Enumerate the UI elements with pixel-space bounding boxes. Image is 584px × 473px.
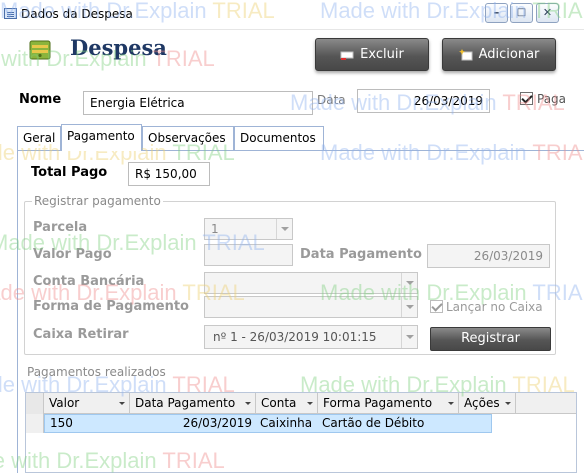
sort-arrow-icon (307, 402, 313, 405)
date-field[interactable]: 26/03/2019 (357, 89, 490, 113)
cash-post-label: Lançar no Caixa (446, 300, 543, 314)
chevron-down-icon (401, 273, 417, 293)
col-conta[interactable]: Conta (256, 393, 318, 414)
cash-register-value: nº 1 - 26/03/2019 10:01:15 (213, 330, 377, 344)
payment-method-label: Forma de Pagamento (33, 299, 189, 314)
total-paid-field: R$ 150,00 (128, 162, 210, 186)
bank-account-label: Conta Bancária (33, 274, 145, 289)
name-label: Nome (19, 92, 62, 107)
name-field[interactable]: Energia Elétrica (83, 91, 313, 115)
pay-date-label: Data Pagamento (300, 247, 422, 262)
payment-method-select[interactable] (204, 296, 418, 318)
tab-geral[interactable]: Geral (17, 126, 61, 150)
title-bar: Dados da Despesa – □ ✕ (0, 0, 584, 30)
col-forma-label: Forma Pagamento (323, 396, 433, 410)
delete-label: Excluir (360, 47, 404, 62)
minimize-button[interactable]: – (485, 3, 508, 23)
cell-conta: Caixinha (260, 416, 313, 430)
cash-register-select[interactable]: nº 1 - 26/03/2019 10:01:15 (204, 325, 418, 349)
grid-header: Valor Data Pagamento Conta Forma Pagamen… (26, 393, 576, 414)
col-data-label: Data Pagamento (135, 396, 236, 410)
cell-acoes[interactable] (459, 414, 516, 433)
maximize-button[interactable]: □ (510, 3, 533, 23)
installment-label: Parcela (33, 220, 88, 235)
sort-arrow-icon (119, 402, 125, 405)
window-title: Dados da Despesa (21, 7, 133, 21)
add-label: Adicionar (478, 47, 540, 62)
date-label: Data (317, 93, 346, 107)
register-payment-title: Registrar pagamento (32, 194, 163, 208)
cell-valor: 150 (50, 416, 73, 430)
form-icon (4, 8, 17, 19)
cash-post-checkbox[interactable] (430, 300, 443, 313)
tab-pagamento[interactable]: Pagamento (61, 124, 142, 151)
col-conta-label: Conta (261, 396, 297, 410)
col-data-pagamento[interactable]: Data Pagamento (130, 393, 256, 414)
add-button[interactable]: Adicionar (442, 38, 556, 71)
table-row[interactable]: 150 26/03/2019 Caixinha Cartão de Débito (26, 414, 576, 433)
cell-data: 26/03/2019 (182, 416, 252, 430)
col-acoes[interactable]: Ações (459, 393, 516, 414)
col-valor-label: Valor (49, 396, 80, 410)
delete-icon (340, 51, 354, 60)
tab-observacoes[interactable]: Observações (142, 126, 234, 150)
amount-field[interactable] (204, 244, 293, 266)
tab-documentos[interactable]: Documentos (234, 126, 324, 150)
cash-register-label: Caixa Retirar (33, 327, 129, 342)
chevron-down-icon (401, 326, 417, 348)
col-valor[interactable]: Valor (44, 393, 130, 414)
col-acoes-label: Ações (464, 396, 500, 410)
add-icon (458, 48, 473, 60)
payments-grid: Valor Data Pagamento Conta Forma Pagamen… (25, 392, 577, 473)
register-button[interactable]: Registrar (430, 327, 551, 351)
pay-date-field[interactable]: 26/03/2019 (427, 244, 550, 268)
payments-done-title: Pagamentos realizados (27, 365, 166, 379)
sort-arrow-icon (245, 402, 251, 405)
chevron-down-icon (401, 297, 417, 317)
money-icon (29, 40, 51, 60)
select-all-corner[interactable] (26, 393, 44, 414)
cell-forma: Cartão de Débito (322, 416, 425, 430)
row-selector[interactable] (26, 414, 44, 433)
paid-checkbox[interactable] (520, 92, 533, 105)
paid-label: Paga (537, 92, 567, 106)
sort-arrow-icon (505, 402, 511, 405)
installment-select[interactable]: 1 (204, 218, 293, 240)
sort-arrow-icon (448, 402, 454, 405)
close-button[interactable]: ✕ (536, 3, 559, 23)
chevron-down-icon (276, 219, 292, 239)
col-forma-pagamento[interactable]: Forma Pagamento (318, 393, 459, 414)
total-paid-label: Total Pago (31, 165, 108, 180)
delete-button[interactable]: Excluir (315, 38, 429, 71)
bank-account-select[interactable] (204, 272, 418, 294)
installment-value: 1 (211, 222, 219, 236)
page-title: Despesa (70, 35, 167, 60)
amount-label: Valor Pago (33, 247, 112, 262)
